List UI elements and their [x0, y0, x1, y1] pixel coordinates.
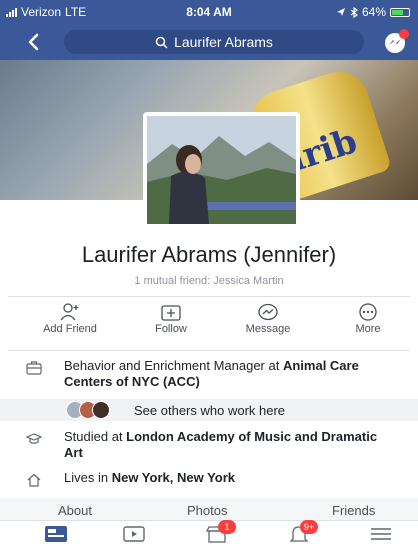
graduation-cap-icon: [26, 433, 42, 444]
add-friend-icon: [60, 303, 79, 321]
tab-notifications[interactable]: 9+: [286, 520, 318, 544]
profile-actions: Add Friend Follow Message More: [0, 303, 418, 347]
profile-picture[interactable]: [143, 112, 300, 228]
divider: [8, 296, 410, 297]
divider: [8, 350, 410, 351]
more-icon: [359, 303, 377, 321]
profile-name: Laurifer Abrams (Jennifer): [81, 242, 337, 267]
marketplace-badge: 1: [218, 520, 236, 534]
add-friend-button[interactable]: Add Friend: [30, 303, 110, 335]
status-bar: Verizon LTE 8:04 AM 64%: [0, 0, 418, 24]
nav-bar: Laurifer Abrams: [0, 24, 418, 60]
location-icon: [336, 8, 345, 16]
tab-news-feed[interactable]: [43, 524, 69, 544]
back-icon[interactable]: [24, 32, 44, 52]
search-icon: [155, 36, 168, 49]
see-coworkers-label: See others who work here: [134, 403, 286, 418]
city-link[interactable]: New York, New York: [112, 470, 235, 485]
news-feed-icon: [45, 526, 67, 542]
tab-photos[interactable]: Photos: [187, 503, 227, 518]
messenger-icon: [385, 29, 409, 53]
follow-label: Follow: [155, 323, 187, 335]
messenger-button[interactable]: [382, 28, 410, 56]
work-prefix: Behavior and Enrichment Manager at: [64, 358, 283, 373]
message-label: Message: [245, 323, 291, 335]
tab-marketplace[interactable]: 1: [204, 520, 236, 544]
search-text: Laurifer Abrams: [174, 34, 273, 50]
video-icon: [123, 526, 145, 542]
avatar: [92, 401, 110, 419]
battery-percent: 64%: [361, 5, 386, 19]
coworkers-row[interactable]: See others who work here: [0, 399, 418, 421]
profile-tabs: About Photos Friends: [0, 498, 418, 520]
battery-icon: [390, 7, 410, 17]
message-icon: [258, 303, 278, 321]
education-prefix: Studied at: [64, 429, 127, 444]
tab-watch[interactable]: [121, 524, 147, 544]
coworker-avatars: [66, 401, 122, 419]
menu-icon: [371, 528, 391, 540]
follow-icon: [161, 305, 181, 321]
notifications-badge: 9+: [300, 520, 318, 534]
mutual-friends[interactable]: 1 mutual friend: Jessica Martin: [0, 275, 418, 287]
tab-about[interactable]: About: [58, 503, 92, 518]
bottom-tab-bar: 1 9+: [0, 520, 418, 546]
follow-button[interactable]: Follow: [131, 303, 211, 335]
more-button[interactable]: More: [328, 303, 408, 335]
tab-menu[interactable]: [368, 524, 394, 544]
profile-photo-image: [147, 116, 296, 224]
more-label: More: [355, 323, 381, 335]
home-icon: [27, 473, 41, 487]
add-friend-label: Add Friend: [43, 323, 97, 335]
status-icons: 64%: [336, 5, 410, 19]
briefcase-icon: [26, 361, 42, 375]
search-bar[interactable]: Laurifer Abrams: [64, 30, 364, 54]
message-button[interactable]: Message: [228, 303, 308, 335]
bluetooth-icon: [350, 6, 358, 18]
tab-friends[interactable]: Friends: [332, 503, 375, 518]
location-prefix: Lives in: [64, 470, 112, 485]
